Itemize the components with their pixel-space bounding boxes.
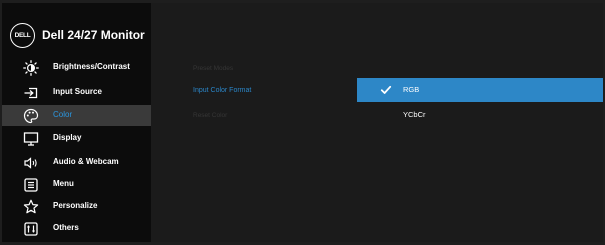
palette-icon bbox=[23, 108, 39, 124]
sidebar-item-input-source[interactable]: Input Source bbox=[2, 82, 151, 103]
submenu-item-reset-color: Reset Color bbox=[193, 112, 228, 119]
display-icon bbox=[23, 131, 39, 147]
sidebar-item-label: Audio & Webcam bbox=[53, 157, 119, 166]
sidebar-item-menu[interactable]: Menu bbox=[2, 174, 151, 195]
star-icon bbox=[23, 199, 39, 215]
sidebar-item-label: Brightness/Contrast bbox=[53, 62, 130, 71]
speaker-icon bbox=[23, 155, 39, 171]
sidebar-item-label: Menu bbox=[53, 179, 74, 188]
osd-window: DELL Dell 24/27 Monitor Brightness/Contr… bbox=[2, 3, 603, 242]
option-ycbcr[interactable]: YCbCr bbox=[357, 103, 603, 127]
option-label: YCbCr bbox=[403, 110, 426, 119]
sidebar-item-personalize[interactable]: Personalize bbox=[2, 196, 151, 217]
sidebar-item-label: Color bbox=[53, 110, 73, 119]
sidebar-item-label: Personalize bbox=[53, 201, 98, 210]
menu-icon bbox=[23, 177, 39, 193]
submenu-item-preset-modes: Preset Modes bbox=[193, 65, 234, 72]
brightness-icon bbox=[23, 60, 39, 76]
submenu-item-input-color-format[interactable]: Input Color Format bbox=[193, 87, 251, 94]
sidebar-item-label: Input Source bbox=[53, 87, 102, 96]
option-label: RGB bbox=[403, 85, 420, 94]
option-rgb[interactable]: RGB bbox=[357, 78, 603, 102]
sidebar-item-others[interactable]: Others bbox=[2, 218, 151, 239]
sidebar-item-brightness-contrast[interactable]: Brightness/Contrast bbox=[2, 57, 151, 78]
content-panel: Preset Modes Input Color Format Reset Co… bbox=[151, 3, 603, 242]
sidebar-item-display[interactable]: Display bbox=[2, 128, 151, 149]
sidebar-item-label: Display bbox=[53, 133, 82, 142]
others-icon bbox=[23, 221, 39, 237]
sidebar-item-color[interactable]: Color bbox=[2, 105, 151, 126]
dell-logo: DELL bbox=[10, 23, 35, 48]
checkmark-icon bbox=[380, 83, 392, 95]
sidebar-item-label: Others bbox=[53, 223, 79, 232]
osd-header: DELL Dell 24/27 Monitor bbox=[2, 3, 151, 55]
monitor-title: Dell 24/27 Monitor bbox=[42, 28, 145, 42]
sidebar: DELL Dell 24/27 Monitor Brightness/Contr… bbox=[2, 3, 151, 242]
sidebar-item-audio-webcam[interactable]: Audio & Webcam bbox=[2, 152, 151, 173]
input-source-icon bbox=[23, 85, 39, 101]
